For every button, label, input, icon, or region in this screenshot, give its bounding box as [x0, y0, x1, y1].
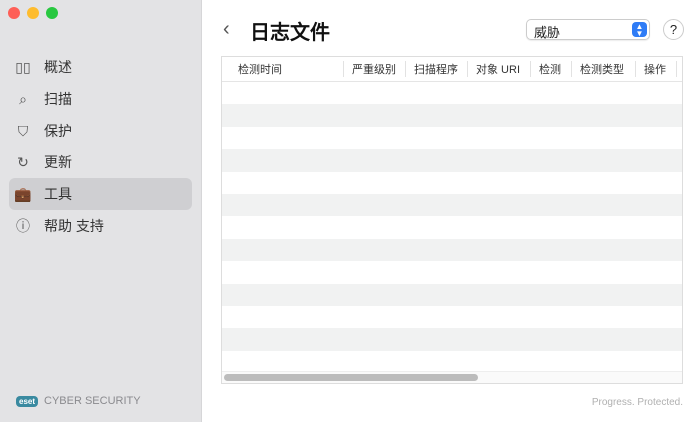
- refresh-icon: ↻: [17, 153, 29, 170]
- table-row: [222, 149, 682, 172]
- sidebar: ▯▯ 概述 ⌕ 扫描 ⛉ 保护 ↻ 更新 💼 工具 ⓘ 帮助 支持 eset CYBER SE…: [0, 0, 202, 422]
- page-title: 日志文件: [250, 22, 330, 44]
- brand-text: CYBER SECURITY: [44, 395, 141, 407]
- close-window-button[interactable]: [8, 7, 20, 19]
- tagline: Progress. Protected.: [591, 397, 683, 408]
- table-row: [222, 306, 682, 328]
- table-row: [222, 351, 682, 373]
- sidebar-item-update[interactable]: ↻ 更新: [9, 146, 192, 178]
- sidebar-item-label: 更新: [44, 154, 72, 170]
- select-value: 威胁: [534, 25, 561, 40]
- log-type-select[interactable]: 威胁 ▲ ▼: [526, 19, 650, 40]
- table-row: [222, 193, 682, 217]
- sidebar-item-label: 保护: [44, 123, 72, 139]
- chevron-updown-icon: ▲ ▼: [632, 22, 647, 38]
- zoom-window-button[interactable]: [46, 7, 58, 19]
- back-button[interactable]: ‹: [223, 18, 230, 41]
- table-row: [222, 283, 682, 306]
- eset-logo: eset: [16, 395, 39, 407]
- sidebar-item-protection[interactable]: ⛉ 保护: [9, 115, 192, 147]
- column-header[interactable]: 检测类型: [572, 61, 636, 77]
- brand: eset CYBER SECURITY: [16, 395, 141, 407]
- table-row: [222, 261, 682, 283]
- table-row: [222, 82, 682, 104]
- sidebar-item-scan[interactable]: ⌕ 扫描: [9, 83, 192, 115]
- table-row: [222, 238, 682, 262]
- table-row: [222, 127, 682, 149]
- sidebar-item-label: 工具: [44, 186, 72, 202]
- help-button[interactable]: ?: [663, 19, 684, 40]
- search-icon: ⌕: [19, 90, 27, 107]
- table-row: [222, 172, 682, 194]
- column-header[interactable]: 检测: [531, 61, 572, 77]
- column-header[interactable]: 检测时间: [222, 61, 344, 77]
- table-header: 检测时间 严重级别 扫描程序 对象 URI 检测 检测类型 操作: [222, 57, 682, 82]
- main: ‹ 日志文件 威胁 ▲ ▼ ? 检测时间 严重级别 扫描程序 对象 URI 检测 检…: [203, 0, 700, 422]
- minimize-window-button[interactable]: [27, 7, 39, 19]
- table-row: [222, 216, 682, 238]
- column-header[interactable]: 扫描程序: [406, 61, 468, 77]
- sidebar-item-label: 帮助 支持: [44, 218, 104, 234]
- horizontal-scrollbar-track[interactable]: [222, 371, 682, 383]
- column-header[interactable]: 严重级别: [344, 61, 406, 77]
- sidebar-item-tools[interactable]: 💼 工具: [9, 178, 192, 210]
- horizontal-scrollbar[interactable]: [224, 374, 478, 381]
- briefcase-icon: 💼: [14, 185, 32, 202]
- table-row: [222, 104, 682, 127]
- help-icon: ⓘ: [16, 218, 30, 234]
- table-body: [222, 82, 682, 383]
- sidebar-item-label: 概述: [44, 59, 72, 75]
- sidebar-item-help[interactable]: ⓘ 帮助 支持: [9, 210, 192, 242]
- sidebar-item-overview[interactable]: ▯▯ 概述: [9, 51, 192, 83]
- shield-icon: ⛉: [17, 122, 29, 139]
- column-header[interactable]: 操作: [636, 61, 677, 77]
- column-header[interactable]: 对象 URI: [468, 61, 531, 77]
- table-row: [222, 328, 682, 351]
- dashboard-icon: ▯▯: [15, 58, 31, 75]
- log-table: 检测时间 严重级别 扫描程序 对象 URI 检测 检测类型 操作: [221, 56, 683, 384]
- sidebar-item-label: 扫描: [44, 91, 72, 107]
